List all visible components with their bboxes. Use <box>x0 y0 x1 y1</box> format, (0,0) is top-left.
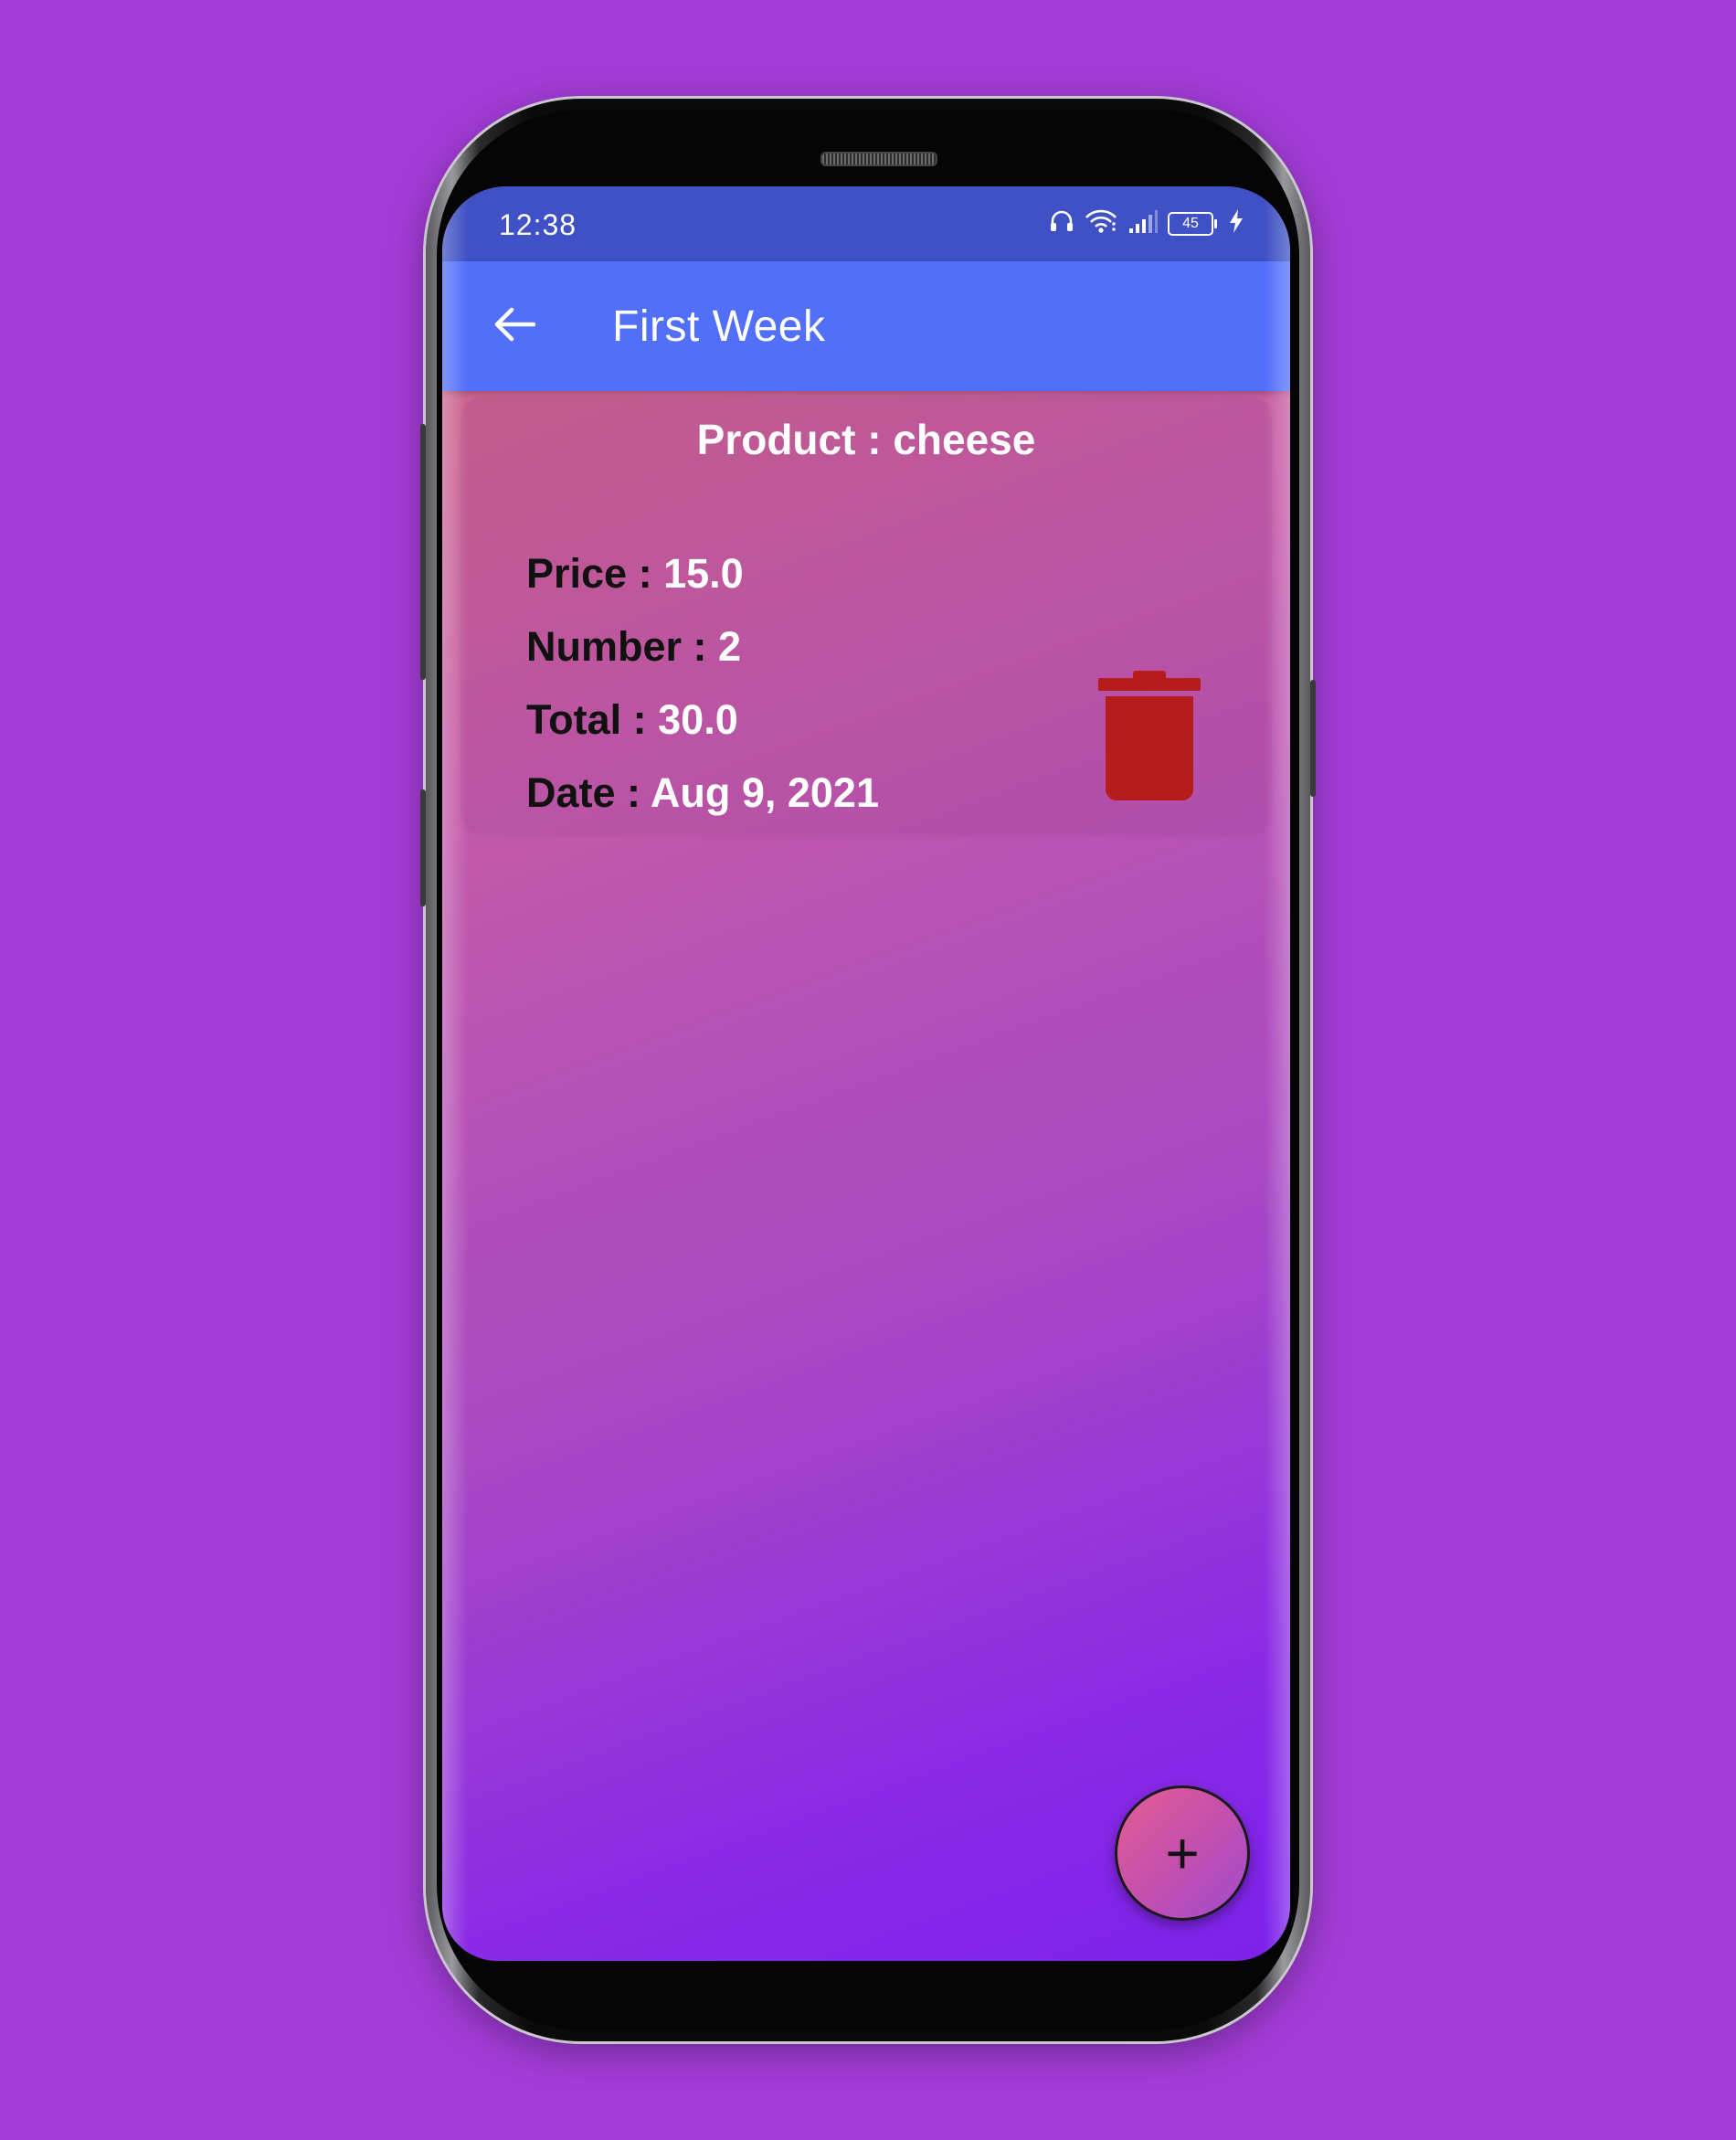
product-card[interactable]: Product : cheese Price : 15.0 Number : 2… <box>460 397 1272 833</box>
total-row: Total : 30.0 <box>526 696 738 744</box>
wifi-icon <box>1084 208 1118 238</box>
total-label: Total : <box>526 696 659 743</box>
battery-icon: 45 <box>1168 211 1217 236</box>
earpiece-speaker <box>820 152 937 166</box>
status-icons: 45 <box>1049 208 1244 238</box>
power-button <box>1310 680 1316 797</box>
app-bar: First Week <box>442 261 1290 391</box>
headphones-icon <box>1049 209 1074 238</box>
date-value: Aug 9, 2021 <box>650 769 879 816</box>
status-time: 12:38 <box>499 208 577 241</box>
volume-button <box>420 424 426 680</box>
price-label: Price : <box>526 550 664 597</box>
signal-icon <box>1127 208 1159 238</box>
product-title: Product : cheese <box>696 416 1036 463</box>
trash-icon <box>1095 671 1204 808</box>
number-row: Number : 2 <box>526 623 741 671</box>
number-label: Number : <box>526 623 719 670</box>
bixby-button <box>420 789 426 906</box>
price-row: Price : 15.0 <box>526 550 744 598</box>
app-screen: 12:38 45 First Week Product: cheese Pri… <box>442 186 1290 1961</box>
charging-icon <box>1228 208 1244 238</box>
date-label: Date : <box>526 769 651 816</box>
number-value: 2 <box>718 623 742 670</box>
date-row: Date : Aug 9, 2021 <box>526 769 879 817</box>
status-bar: 12:38 45 <box>442 186 1290 261</box>
total-value: 30.0 <box>658 696 738 743</box>
page-title: First Week <box>612 302 826 351</box>
delete-button[interactable] <box>1095 667 1204 804</box>
back-button[interactable] <box>482 294 546 358</box>
arrow-left-icon <box>493 306 536 347</box>
price-value: 15.0 <box>663 550 744 597</box>
plus-icon: + <box>1165 1820 1200 1886</box>
add-item-button[interactable]: + <box>1115 1785 1250 1921</box>
